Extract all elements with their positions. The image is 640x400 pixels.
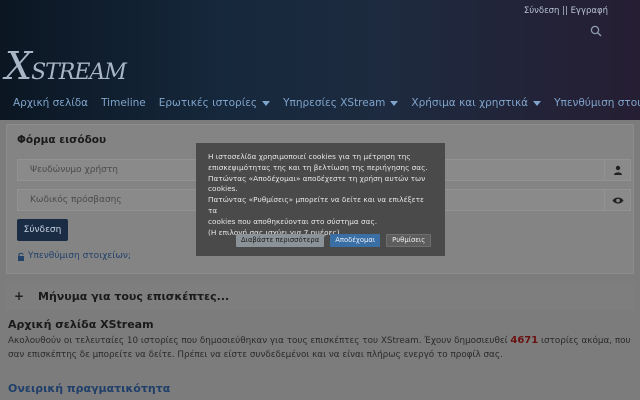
lock-icon [18,252,24,261]
read-more-button[interactable]: Διαβάστε περισσότερα [236,234,325,247]
eye-icon[interactable] [604,190,630,210]
nav-item-stories[interactable]: Ερωτικές ιστορίες [159,97,271,109]
nav-item-reminder[interactable]: Υπενθύμιση στοιχείων [554,97,640,109]
site-header: Σύνδεση || Εγγραφή XSTREAM Αρχική σελίδα… [0,0,640,120]
page-title: Αρχική σελίδα XStream [8,318,154,331]
cookie-dialog: Η ιστοσελίδα χρησιμοποιεί cookies για τη… [196,143,445,256]
plus-icon[interactable]: + [14,289,24,303]
cookie-settings-button[interactable]: Ρυθμίσεις [386,234,432,247]
reminder-link[interactable]: Υπενθύμιση στοιχείων; [17,251,131,261]
visitors-title: Μήνυμα για τους επισκέπτες... [38,290,230,303]
home-description: Ακολουθούν οι τελευταίες 10 ιστορίες που… [8,335,631,360]
main-nav: Αρχική σελίδα Timeline Ερωτικές ιστορίες… [0,92,640,114]
search-icon[interactable] [590,22,602,37]
form-title: Φόρμα εισόδου [17,134,107,146]
chevron-down-icon [533,100,542,106]
site-logo[interactable]: XSTREAM [5,44,127,88]
story-title-link[interactable]: Ονειρική πραγματικότητα [8,382,170,395]
cookie-buttons: Διαβάστε περισσότερα Αποδέχομαι Ρυθμίσει… [236,234,432,247]
stories-count: 4671 [510,335,539,346]
login-button[interactable]: Σύνδεση [17,219,68,241]
nav-item-home[interactable]: Αρχική σελίδα [13,97,88,109]
accept-cookies-button[interactable]: Αποδέχομαι [330,234,381,247]
chevron-down-icon [262,100,271,106]
nav-item-services[interactable]: Υπηρεσίες XStream [283,97,399,109]
nav-item-timeline[interactable]: Timeline [101,97,146,109]
visitors-panel[interactable]: + Μήνυμα για τους επισκέπτες... [6,284,634,310]
nav-item-utilities[interactable]: Χρήσιμα και χρηστικά [411,97,542,109]
login-register-links[interactable]: Σύνδεση || Εγγραφή [524,6,608,16]
user-icon [604,160,630,180]
chevron-down-icon [390,100,399,106]
